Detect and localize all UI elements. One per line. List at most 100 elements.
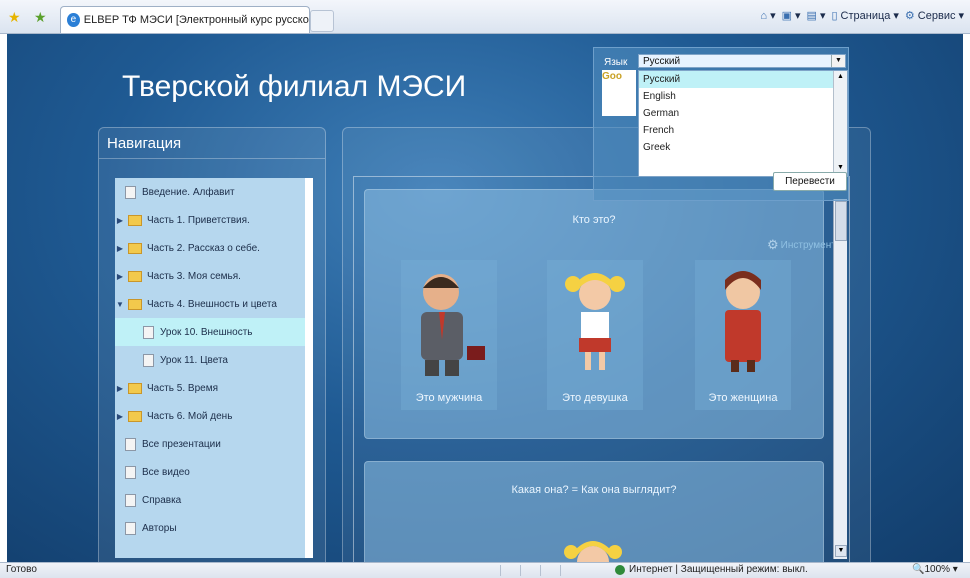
- navigation-panel: Навигация Введение. Алфавит ▶ Часть 1. П…: [98, 127, 326, 562]
- feed-icon: ▣: [781, 10, 792, 22]
- nav-item-part5[interactable]: ▶ Часть 5. Время: [115, 374, 305, 402]
- zoom-value: 100%: [924, 564, 951, 575]
- zoom-level[interactable]: 🔍100% ▾: [912, 564, 958, 575]
- nav-item-part2[interactable]: ▶ Часть 2. Рассказ о себе.: [115, 234, 305, 262]
- language-dropdown-list: Русский English German French Greek ▲ ▼: [638, 70, 848, 177]
- web-page: Тверской филиал МЭСИ Навигация Введение.…: [7, 34, 963, 562]
- document-icon: [125, 493, 136, 507]
- nav-item-videos[interactable]: Все видео: [115, 458, 305, 486]
- favorites-star-icon[interactable]: ★: [8, 9, 21, 26]
- character-girl[interactable]: Это девушка: [547, 260, 643, 410]
- folder-icon: [128, 242, 142, 254]
- status-divider: [560, 565, 561, 576]
- google-logo: Goo: [602, 70, 636, 116]
- nav-tree: Введение. Алфавит ▶ Часть 1. Приветствия…: [115, 178, 313, 558]
- collapse-arrow-icon[interactable]: ▼: [115, 300, 125, 309]
- page-icon: ▯: [831, 10, 838, 22]
- command-bar: ⌂ ▾ ▣ ▾ ▤ ▾ ▯ Страница ▾ ⚙ Сервис ▾: [760, 9, 964, 23]
- language-option[interactable]: Greek: [639, 139, 833, 156]
- expand-arrow-icon[interactable]: ▶: [115, 272, 125, 281]
- nav-item-presentations[interactable]: Все презентации: [115, 430, 305, 458]
- print-icon: ▤: [806, 10, 817, 22]
- nav-header: Навигация: [99, 128, 325, 159]
- browser-tab[interactable]: e ELBEP ТФ МЭСИ [Электронный курс русско…: [60, 6, 310, 33]
- nav-item-lesson10[interactable]: Урок 10. Внешность: [115, 318, 305, 346]
- card-title: Какая она? = Как она выглядит?: [511, 484, 677, 496]
- globe-icon: [615, 564, 625, 575]
- translate-button[interactable]: Перевести: [773, 172, 847, 191]
- nav-item-intro[interactable]: Введение. Алфавит: [115, 178, 305, 206]
- nav-item-lesson11[interactable]: Урок 11. Цвета: [115, 346, 305, 374]
- nav-item-help[interactable]: Справка: [115, 486, 305, 514]
- page-menu[interactable]: ▯ Страница ▾: [831, 9, 898, 23]
- status-bar: Готово Интернет | Защищенный режим: выкл…: [0, 562, 970, 578]
- nav-item-label: Введение. Алфавит: [142, 186, 235, 198]
- language-select[interactable]: Русский ▼: [638, 54, 846, 68]
- document-icon: [125, 465, 136, 479]
- expand-arrow-icon[interactable]: ▶: [115, 216, 125, 225]
- folder-open-icon: [128, 298, 142, 310]
- chevron-down-icon[interactable]: ▼: [831, 55, 845, 67]
- card-title: Кто это?: [572, 214, 616, 226]
- language-option[interactable]: German: [639, 105, 833, 122]
- status-divider: [520, 565, 521, 576]
- folder-icon: [128, 214, 142, 226]
- nav-item-part1[interactable]: ▶ Часть 1. Приветствия.: [115, 206, 305, 234]
- document-icon: [125, 437, 136, 451]
- nav-item-label: Справка: [142, 494, 182, 506]
- lesson-card-who: Кто это? Это мужчина Это девушка Это жен…: [364, 189, 824, 439]
- nav-item-label: Все видео: [142, 466, 190, 478]
- tools-link[interactable]: ⚙ Инструменты: [767, 237, 843, 253]
- ie-page-icon: e: [67, 13, 80, 27]
- dropdown-scrollbar[interactable]: ▲ ▼: [833, 71, 847, 174]
- language-select-value: Русский: [643, 56, 681, 67]
- nav-item-label: Часть 1. Приветствия.: [147, 214, 250, 226]
- character-caption: Это женщина: [708, 392, 778, 404]
- add-favorites-icon[interactable]: ★: [34, 9, 47, 26]
- status-divider: [500, 565, 501, 576]
- scrollbar-thumb[interactable]: [835, 201, 847, 241]
- home-button[interactable]: ⌂ ▾: [760, 9, 775, 23]
- nav-item-label: Часть 2. Рассказ о себе.: [147, 242, 260, 254]
- status-text: Готово: [6, 564, 37, 575]
- expand-arrow-icon[interactable]: ▶: [115, 412, 125, 421]
- expand-arrow-icon[interactable]: ▶: [115, 384, 125, 393]
- site-title: Тверской филиал МЭСИ: [122, 70, 467, 103]
- character-caption: Это мужчина: [415, 392, 483, 404]
- browser-toolbar: ★ ★ e ELBEP ТФ МЭСИ [Электронный курс ру…: [0, 0, 970, 34]
- girl-head-illustration: [564, 541, 622, 562]
- feeds-button[interactable]: ▣ ▾: [782, 9, 801, 22]
- nav-item-part6[interactable]: ▶ Часть 6. Мой день: [115, 402, 305, 430]
- nav-item-part3[interactable]: ▶ Часть 3. Моя семья.: [115, 262, 305, 290]
- security-zone[interactable]: Интернет | Защищенный режим: выкл.: [615, 564, 808, 575]
- nav-item-label: Урок 10. Внешность: [160, 326, 253, 338]
- lesson-card-appearance: Какая она? = Как она выглядит?: [364, 461, 824, 562]
- nav-item-label: Урок 11. Цвета: [160, 354, 228, 366]
- language-option[interactable]: English: [639, 88, 833, 105]
- new-tab-button[interactable]: [310, 10, 334, 32]
- content-scrollbar[interactable]: ▼: [833, 199, 847, 559]
- print-button[interactable]: ▤ ▾: [807, 9, 826, 22]
- document-icon: [125, 521, 136, 535]
- woman-illustration: [725, 271, 761, 372]
- tools-menu[interactable]: ⚙ Сервис ▾: [905, 9, 964, 23]
- nav-item-label: Часть 5. Время: [147, 382, 218, 394]
- page-menu-label: Страница: [840, 9, 891, 22]
- man-illustration: [421, 274, 485, 376]
- document-icon: [143, 325, 154, 339]
- folder-icon: [128, 410, 142, 422]
- nav-item-label: Часть 6. Мой день: [147, 410, 233, 422]
- expand-arrow-icon[interactable]: ▶: [115, 244, 125, 253]
- language-option[interactable]: Русский: [639, 71, 833, 88]
- security-zone-label: Интернет | Защищенный режим: выкл.: [629, 564, 808, 575]
- nav-item-label: Авторы: [142, 522, 177, 534]
- nav-item-authors[interactable]: Авторы: [115, 514, 305, 542]
- character-caption: Это девушка: [562, 392, 628, 404]
- language-option[interactable]: French: [639, 122, 833, 139]
- scroll-down-arrow-icon[interactable]: ▼: [835, 545, 847, 557]
- character-woman[interactable]: Это женщина: [695, 260, 791, 410]
- character-man[interactable]: Это мужчина: [401, 260, 497, 410]
- nav-item-label: Часть 3. Моя семья.: [147, 270, 241, 282]
- nav-item-part4[interactable]: ▼ Часть 4. Внешность и цвета: [115, 290, 305, 318]
- scroll-up-arrow-icon[interactable]: ▲: [834, 71, 847, 83]
